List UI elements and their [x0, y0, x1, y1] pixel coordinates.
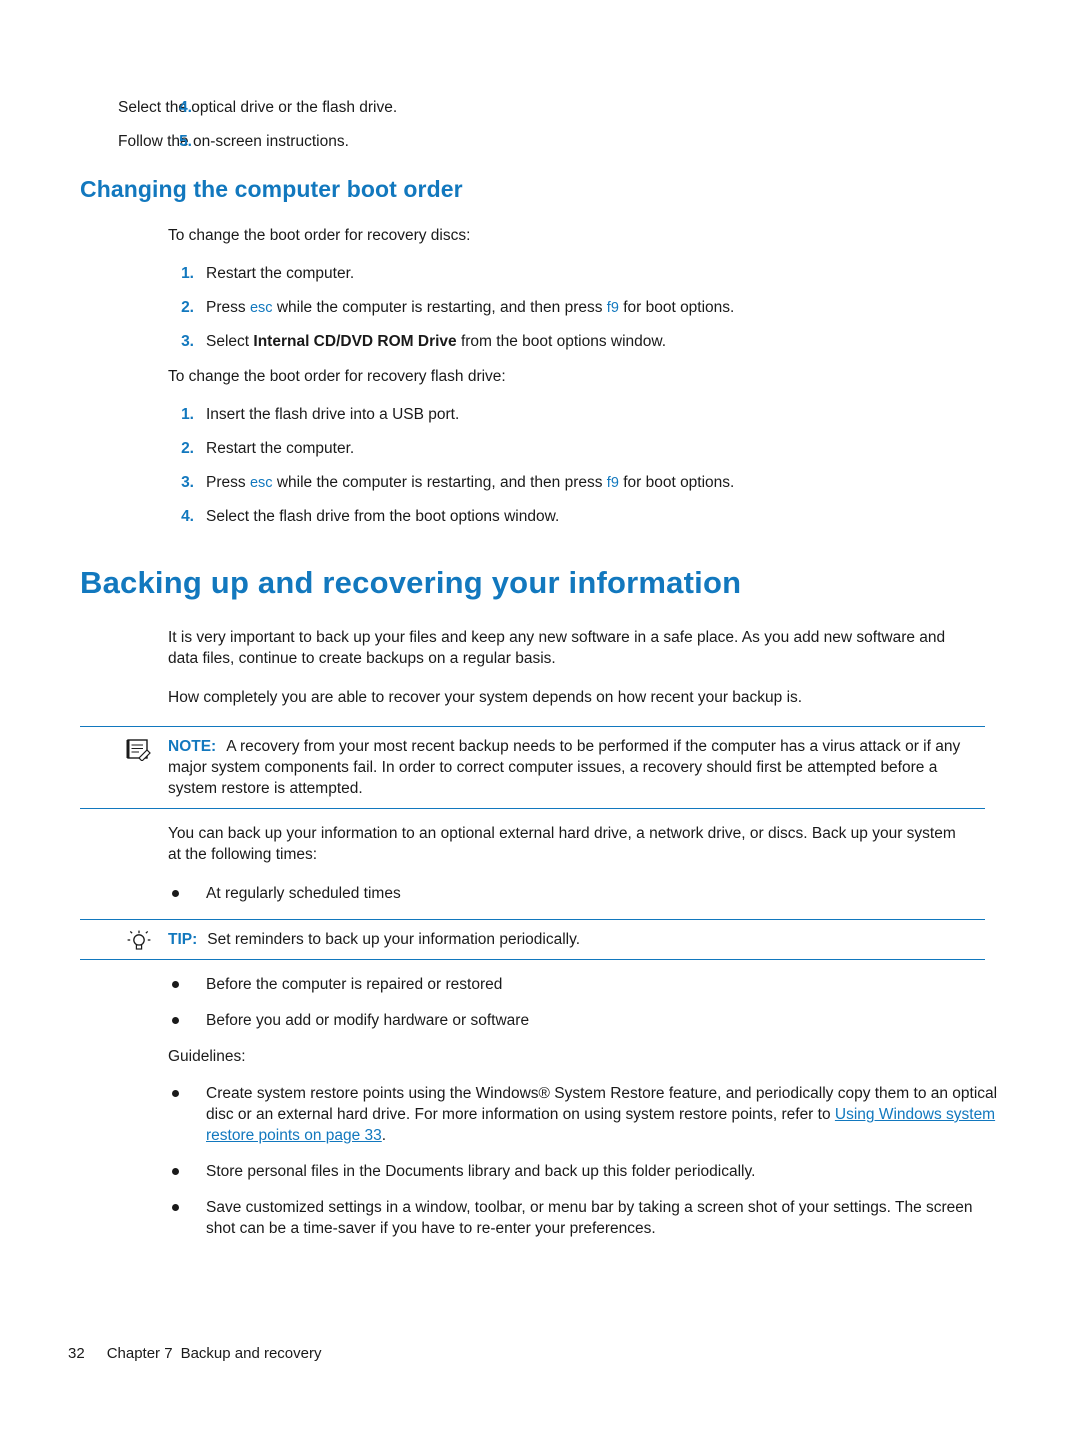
- guidelines-list: Create system restore points using the W…: [80, 1083, 997, 1239]
- list-item-text: Restart the computer.: [206, 440, 355, 457]
- list-item-text: At regularly scheduled times: [206, 885, 401, 902]
- list-item: 2. Press esc while the computer is resta…: [168, 298, 985, 318]
- bullet-dot-icon: [172, 1090, 179, 1097]
- list-item-text: Select the flash drive from the boot opt…: [206, 508, 560, 525]
- list-item-text: Follow the on-screen instructions.: [118, 133, 349, 150]
- intro-paragraph-2: How completely you are able to recover y…: [168, 689, 803, 706]
- list-item-text-post: .: [381, 1127, 387, 1144]
- list-item-text: Before you add or modify hardware or sof…: [206, 1012, 530, 1029]
- tip-text: Set reminders to back up your informatio…: [207, 931, 581, 948]
- list-item-text-pre: Press: [206, 474, 250, 491]
- list-item-number: 1.: [181, 265, 194, 282]
- document-page: 4. Select the optical drive or the flash…: [0, 0, 1080, 1437]
- section-heading: Changing the computer boot order: [80, 176, 463, 202]
- page-number: 32: [68, 1345, 85, 1362]
- footer-chapter-label: Chapter 7: [106, 1345, 173, 1362]
- list-item: Before you add or modify hardware or sof…: [168, 1010, 1006, 1031]
- list-item-number: 3.: [181, 474, 194, 491]
- list-item-number: 4.: [179, 99, 192, 116]
- list-item: 1. Insert the flash drive into a USB por…: [168, 405, 985, 425]
- list-item: 3. Select Internal CD/DVD ROM Drive from…: [168, 332, 985, 352]
- list-item-text-post: for boot options.: [618, 474, 735, 491]
- tip-label: TIP:: [168, 931, 198, 948]
- list-item-text-post: from the boot options window.: [456, 333, 667, 350]
- list-item-number: 2.: [181, 440, 194, 457]
- backup-targets-paragraph: You can back up your information to an o…: [168, 825, 956, 863]
- key-esc: esc: [249, 475, 273, 491]
- tip-callout: TIP: Set reminders to back up your inform…: [80, 919, 985, 960]
- key-esc: esc: [249, 300, 273, 316]
- note-icon: [126, 737, 152, 762]
- boot-order-flash-steps: 1. Insert the flash drive into a USB por…: [168, 405, 985, 527]
- list-item: 3. Press esc while the computer is resta…: [168, 473, 985, 493]
- list-item: 2. Restart the computer.: [168, 439, 985, 459]
- list-item: 1. Restart the computer.: [168, 264, 985, 284]
- list-item-number: 2.: [181, 299, 194, 316]
- bullet-dot-icon: [172, 1204, 179, 1211]
- intro-recovery-discs: To change the boot order for recovery di…: [168, 227, 471, 244]
- emphasis-internal-drive: Internal CD/DVD ROM Drive: [253, 333, 457, 350]
- list-item-number: 3.: [181, 333, 194, 350]
- list-item: Create system restore points using the W…: [168, 1083, 1006, 1146]
- list-item: 4. Select the optical drive or the flash…: [80, 98, 985, 118]
- list-item-number: 1.: [181, 406, 194, 423]
- list-item-text-pre: Press: [206, 299, 250, 316]
- note-label: NOTE:: [168, 738, 217, 755]
- list-item-number: 4.: [181, 508, 194, 525]
- footer-chapter-name: Backup and recovery: [180, 1345, 322, 1362]
- tip-body: TIP: Set reminders to back up your inform…: [168, 929, 985, 950]
- continued-steps-list: 4. Select the optical drive or the flash…: [80, 98, 985, 152]
- note-callout: NOTE: A recovery from your most recent ba…: [80, 726, 985, 809]
- backup-times-list-before: At regularly scheduled times: [80, 883, 985, 904]
- page-footer: 32 Chapter 7 Backup and recovery: [68, 1345, 321, 1362]
- list-item-text: Save customized settings in a window, to…: [206, 1199, 973, 1237]
- lightbulb-icon: [126, 930, 152, 954]
- bullet-dot-icon: [172, 890, 179, 897]
- list-item: Save customized settings in a window, to…: [168, 1197, 1006, 1239]
- list-item-text: Before the computer is repaired or resto…: [206, 976, 503, 993]
- list-item-text: Store personal files in the Documents li…: [206, 1163, 756, 1180]
- intro-paragraph-1: It is very important to back up your fil…: [168, 629, 946, 667]
- list-item-text-mid: while the computer is restarting, and th…: [272, 299, 607, 316]
- list-item-text-mid: while the computer is restarting, and th…: [272, 474, 607, 491]
- list-item-text: Select the optical drive or the flash dr…: [118, 99, 398, 116]
- backup-times-list-after: Before the computer is repaired or resto…: [80, 974, 985, 1031]
- note-body: NOTE: A recovery from your most recent ba…: [168, 736, 985, 799]
- page-title: Backing up and recovering your informati…: [80, 565, 742, 600]
- note-text: A recovery from your most recent backup …: [168, 738, 961, 797]
- list-item-text-pre: Select: [206, 333, 254, 350]
- bullet-dot-icon: [172, 1168, 179, 1175]
- list-item-number: 5.: [179, 133, 192, 150]
- bullet-dot-icon: [172, 981, 179, 988]
- key-f9: f9: [606, 300, 619, 316]
- guidelines-label: Guidelines:: [168, 1048, 246, 1065]
- list-item: Store personal files in the Documents li…: [168, 1161, 1006, 1182]
- page-content: 4. Select the optical drive or the flash…: [80, 98, 997, 1254]
- key-f9: f9: [606, 475, 619, 491]
- list-item: At regularly scheduled times: [168, 883, 1006, 904]
- intro-recovery-flash: To change the boot order for recovery fl…: [168, 368, 506, 385]
- list-item-text-post: for boot options.: [618, 299, 735, 316]
- bullet-dot-icon: [172, 1017, 179, 1024]
- boot-order-discs-steps: 1. Restart the computer. 2. Press esc wh…: [168, 264, 985, 352]
- list-item: 4. Select the flash drive from the boot …: [168, 507, 985, 527]
- list-item-text: Insert the flash drive into a USB port.: [206, 406, 460, 423]
- list-item: 5. Follow the on-screen instructions.: [80, 132, 985, 152]
- list-item: Before the computer is repaired or resto…: [168, 974, 1006, 995]
- list-item-text: Restart the computer.: [206, 265, 355, 282]
